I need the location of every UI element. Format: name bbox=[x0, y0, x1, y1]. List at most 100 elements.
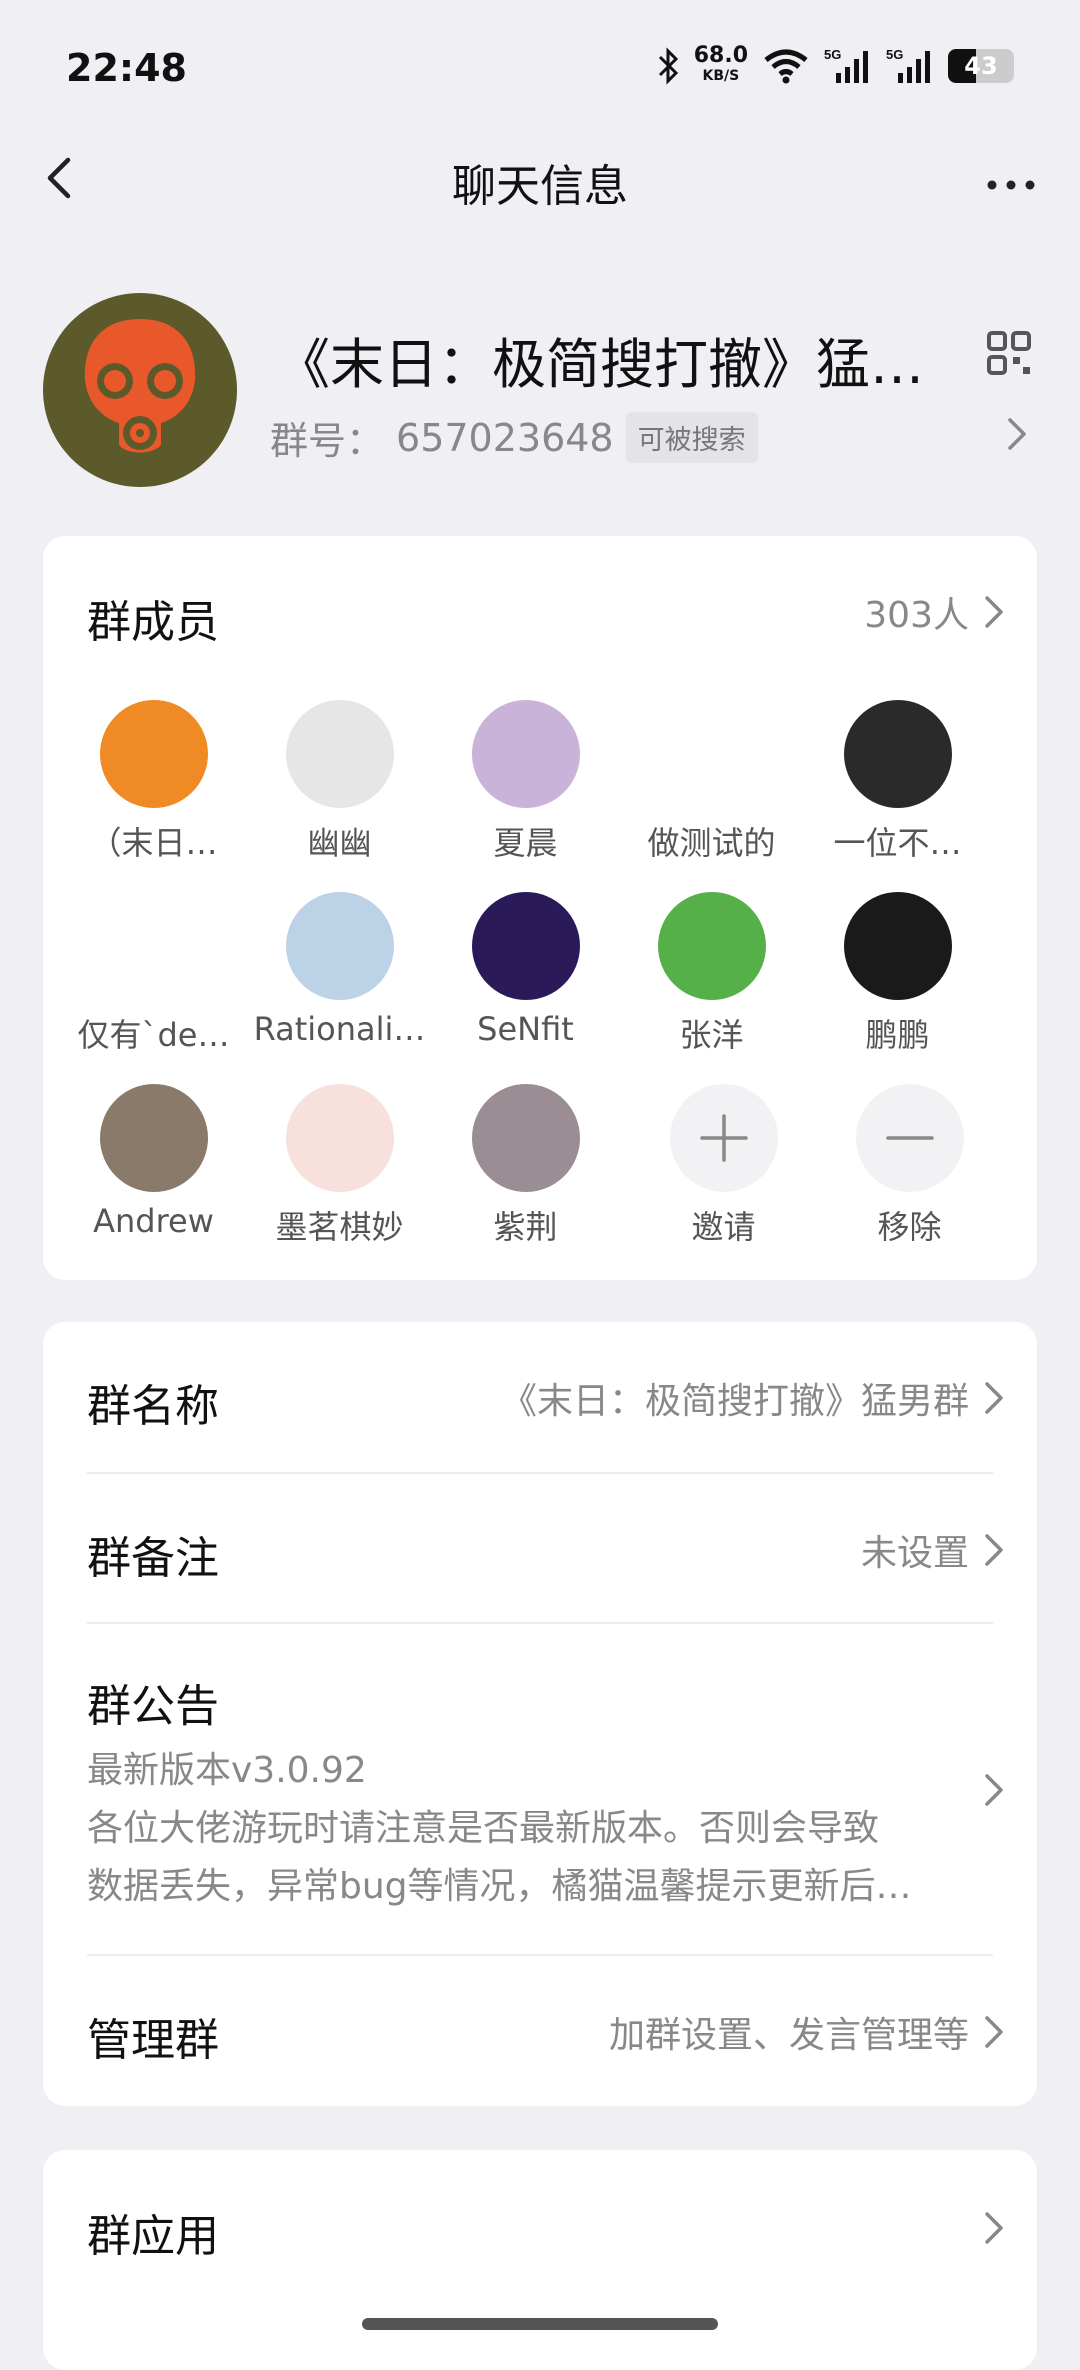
member-avatar bbox=[285, 892, 394, 1000]
status-bar: 22:48 68.0 KB/S 5G 5G 43 bbox=[0, 0, 1080, 140]
member-item[interactable]: 张洋 bbox=[619, 892, 804, 1056]
chevron-right-icon bbox=[985, 1534, 1003, 1566]
divider bbox=[87, 1954, 993, 1956]
battery-icon: 43 bbox=[948, 49, 1014, 83]
member-item[interactable]: Rationali… bbox=[247, 892, 432, 1048]
member-item[interactable]: 夏晨 bbox=[433, 700, 618, 864]
member-avatar bbox=[843, 700, 952, 808]
invite-button[interactable]: 邀请 bbox=[631, 1084, 816, 1248]
member-name: 幽幽 bbox=[307, 824, 372, 862]
members-title: 群成员 bbox=[87, 597, 219, 648]
gas-mask-icon bbox=[84, 319, 196, 453]
group-apps-label: 群应用 bbox=[87, 2211, 219, 2262]
speed-unit: KB/S bbox=[702, 68, 740, 84]
group-notice-content: 最新版本v3.0.92 各位大佬游玩时请注意是否最新版本。否则会导致 数据丢失，… bbox=[87, 1742, 967, 1916]
member-item[interactable]: （末日… bbox=[61, 700, 246, 864]
member-item[interactable]: 紫荆 bbox=[433, 1084, 618, 1248]
chevron-right-icon bbox=[985, 1774, 1003, 1806]
member-item[interactable]: 墨茗棋妙 bbox=[247, 1084, 432, 1248]
remove-label: 移除 bbox=[877, 1208, 942, 1246]
member-avatar bbox=[657, 700, 766, 808]
status-time: 22:48 bbox=[66, 46, 187, 90]
wifi-icon bbox=[764, 49, 808, 84]
nav-bar: 聊天信息 bbox=[0, 140, 1080, 220]
more-icon[interactable] bbox=[976, 148, 1046, 208]
notice-line: 各位大佬游玩时请注意是否最新版本。否则会导致 bbox=[87, 1808, 880, 1849]
group-name-value: 《末日：极简搜打撤》猛男群 bbox=[500, 1381, 969, 1422]
members-card: 群成员 303人 （末日… 幽幽 夏晨 做测试的 一位不… 仅有`de… Rationali… bbox=[43, 536, 1037, 1280]
plus-icon bbox=[669, 1084, 778, 1192]
chevron-right-icon[interactable] bbox=[1000, 412, 1034, 456]
notice-line: 最新版本v3.0.92 bbox=[87, 1750, 367, 1791]
member-name: （末日… bbox=[89, 824, 218, 862]
chevron-right-icon bbox=[985, 1382, 1003, 1414]
manage-group-label: 管理群 bbox=[87, 2015, 219, 2066]
member-item[interactable]: 鹏鹏 bbox=[805, 892, 990, 1056]
home-indicator[interactable] bbox=[362, 2318, 718, 2330]
group-id-label: 群号： bbox=[270, 419, 385, 463]
member-name: SeNfit bbox=[477, 1010, 574, 1048]
group-apps-row[interactable]: 群应用 bbox=[43, 2150, 1037, 2370]
manage-group-value: 加群设置、发言管理等 bbox=[608, 2015, 969, 2056]
manage-group-value-wrap: 加群设置、发言管理等 bbox=[609, 2006, 1009, 2058]
group-notice-label: 群公告 bbox=[87, 1681, 219, 1732]
group-remark-value-wrap: 未设置 bbox=[861, 1524, 1009, 1576]
invite-label: 邀请 bbox=[691, 1208, 756, 1246]
divider bbox=[87, 1472, 993, 1474]
member-avatar bbox=[471, 1084, 580, 1192]
member-avatar bbox=[99, 700, 208, 808]
settings-card: 群名称 《末日：极简搜打撤》猛男群 群备注 未设置 群公告 最新版本v3.0.9… bbox=[43, 1322, 1037, 2106]
member-item[interactable]: 一位不… bbox=[805, 700, 990, 864]
group-name-label: 群名称 bbox=[87, 1381, 219, 1432]
group-remark-value: 未设置 bbox=[860, 1533, 969, 1574]
member-name: 夏晨 bbox=[493, 824, 558, 862]
member-avatar bbox=[843, 892, 952, 1000]
member-name: 仅有`de… bbox=[77, 1016, 230, 1054]
member-item[interactable]: 做测试的 bbox=[619, 700, 804, 864]
group-name[interactable]: 《末日：极简搜打撤》猛男群 bbox=[276, 320, 976, 399]
group-header[interactable]: 《末日：极简搜打撤》猛男群 群号： 657023648 可被搜索 bbox=[0, 290, 1080, 490]
group-id: 657023648 bbox=[396, 415, 614, 460]
member-name: 张洋 bbox=[679, 1016, 744, 1054]
bluetooth-icon bbox=[658, 47, 678, 85]
notice-line: 数据丢失，异常bug等情况，橘猫温馨提示更新后… bbox=[87, 1866, 912, 1907]
signal-5g-icon: 5G bbox=[886, 47, 930, 83]
group-id-row: 群号： 657023648 可被搜索 bbox=[270, 410, 758, 465]
member-name: 紫荆 bbox=[493, 1208, 558, 1246]
divider bbox=[87, 1622, 993, 1624]
qr-code-icon[interactable] bbox=[986, 330, 1032, 376]
member-avatar bbox=[99, 892, 208, 1000]
member-name: 鹏鹏 bbox=[865, 1016, 930, 1054]
member-avatar bbox=[471, 700, 580, 808]
status-icons: 68.0 KB/S 5G 5G 43 bbox=[656, 43, 1014, 86]
group-avatar[interactable] bbox=[43, 293, 237, 487]
member-item[interactable]: 仅有`de… bbox=[61, 892, 246, 1056]
minus-icon bbox=[855, 1084, 964, 1192]
chevron-right-icon bbox=[985, 596, 1003, 628]
svg-text:5G: 5G bbox=[886, 47, 903, 62]
group-remark-label: 群备注 bbox=[87, 1533, 219, 1584]
member-item[interactable]: 幽幽 bbox=[247, 700, 432, 864]
member-avatar bbox=[657, 892, 766, 1000]
chevron-right-icon bbox=[985, 2016, 1003, 2048]
remove-button[interactable]: 移除 bbox=[817, 1084, 1002, 1248]
group-name-value-wrap: 《末日：极简搜打撤》猛男群 bbox=[501, 1372, 1009, 1424]
member-avatar bbox=[99, 1084, 208, 1192]
member-name: 做测试的 bbox=[647, 824, 776, 862]
members-count-link[interactable]: 303人 bbox=[864, 586, 1009, 638]
battery-level: 43 bbox=[964, 52, 998, 80]
signal-5g-icon: 5G bbox=[824, 47, 868, 83]
page-title: 聊天信息 bbox=[452, 161, 628, 212]
chevron-right-icon bbox=[985, 2212, 1003, 2244]
member-name: Rationali… bbox=[253, 1010, 426, 1048]
network-speed: 68.0 KB/S bbox=[693, 43, 748, 86]
member-name: Andrew bbox=[93, 1202, 214, 1240]
member-avatar bbox=[471, 892, 580, 1000]
member-item[interactable]: SeNfit bbox=[433, 892, 618, 1048]
member-item[interactable]: Andrew bbox=[61, 1084, 246, 1240]
speed-value: 68.0 bbox=[693, 43, 748, 68]
searchable-badge: 可被搜索 bbox=[625, 412, 758, 463]
member-avatar bbox=[285, 1084, 394, 1192]
svg-text:5G: 5G bbox=[824, 47, 841, 62]
member-name: 一位不… bbox=[833, 824, 962, 862]
